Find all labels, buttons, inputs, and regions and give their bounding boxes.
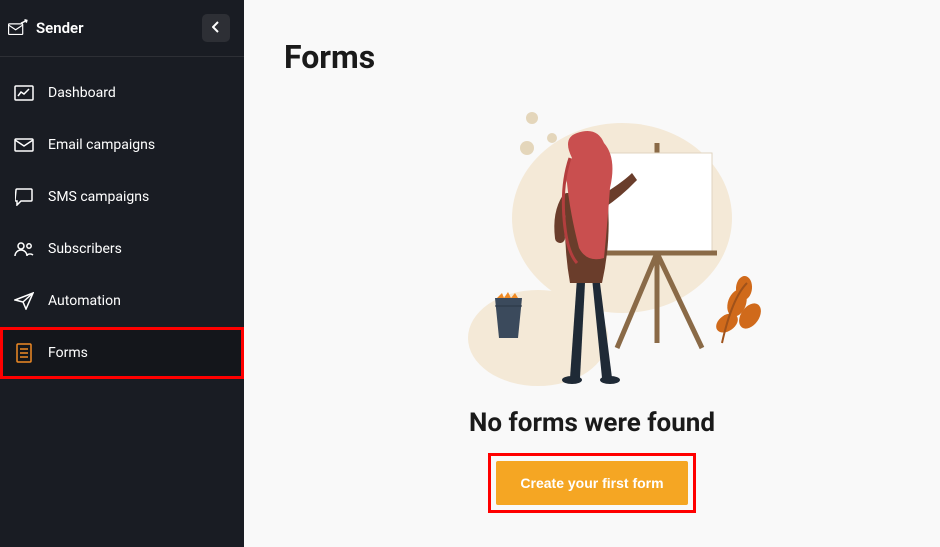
sidebar-item-automation[interactable]: Automation [0, 275, 244, 327]
sidebar-item-forms[interactable]: Forms [0, 327, 244, 379]
send-icon [8, 18, 28, 38]
chevron-left-icon [212, 21, 220, 36]
nav-label: SMS campaigns [48, 189, 149, 205]
page-title: Forms [284, 38, 900, 76]
sidebar-item-email-campaigns[interactable]: Email campaigns [0, 119, 244, 171]
create-first-form-button[interactable]: Create your first form [496, 461, 687, 505]
nav-label: Dashboard [48, 85, 116, 101]
automation-icon [14, 291, 34, 311]
sidebar-item-subscribers[interactable]: Subscribers [0, 223, 244, 275]
sidebar-collapse-button[interactable] [202, 14, 230, 42]
empty-illustration [422, 98, 762, 398]
sidebar-item-sms-campaigns[interactable]: SMS campaigns [0, 171, 244, 223]
cta-highlight: Create your first form [491, 456, 692, 510]
subscribers-icon [14, 239, 34, 259]
empty-heading: No forms were found [469, 408, 715, 438]
sidebar: Sender Dashboard [0, 0, 244, 547]
nav-label: Email campaigns [48, 137, 155, 153]
dashboard-icon [14, 83, 34, 103]
sms-icon [14, 187, 34, 207]
nav-label: Subscribers [48, 241, 122, 257]
brand-logo[interactable]: Sender [8, 18, 84, 38]
sidebar-item-dashboard[interactable]: Dashboard [0, 67, 244, 119]
sidebar-header: Sender [0, 0, 244, 57]
forms-icon [14, 343, 34, 363]
empty-state: No forms were found Create your first fo… [284, 98, 900, 510]
nav-label: Automation [48, 293, 121, 309]
brand-name: Sender [36, 19, 84, 37]
main-content: Forms [244, 0, 940, 547]
sidebar-nav: Dashboard Email campaigns SMS campaigns [0, 57, 244, 379]
nav-label: Forms [48, 345, 88, 361]
email-icon [14, 135, 34, 155]
